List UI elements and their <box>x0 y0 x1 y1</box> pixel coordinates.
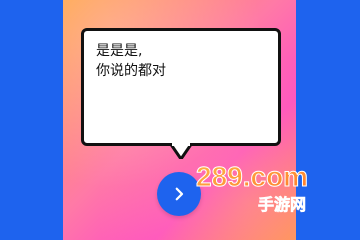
speech-bubble: 是是是, 你说的都对 <box>81 28 281 146</box>
chevron-right-icon <box>175 187 184 201</box>
screenshot-frame: 是是是, 你说的都对 289.com 手游网 <box>0 0 360 240</box>
dialog-message: 是是是, 你说的都对 <box>96 43 166 79</box>
speech-bubble-tail <box>170 143 192 159</box>
next-button[interactable] <box>157 172 201 216</box>
